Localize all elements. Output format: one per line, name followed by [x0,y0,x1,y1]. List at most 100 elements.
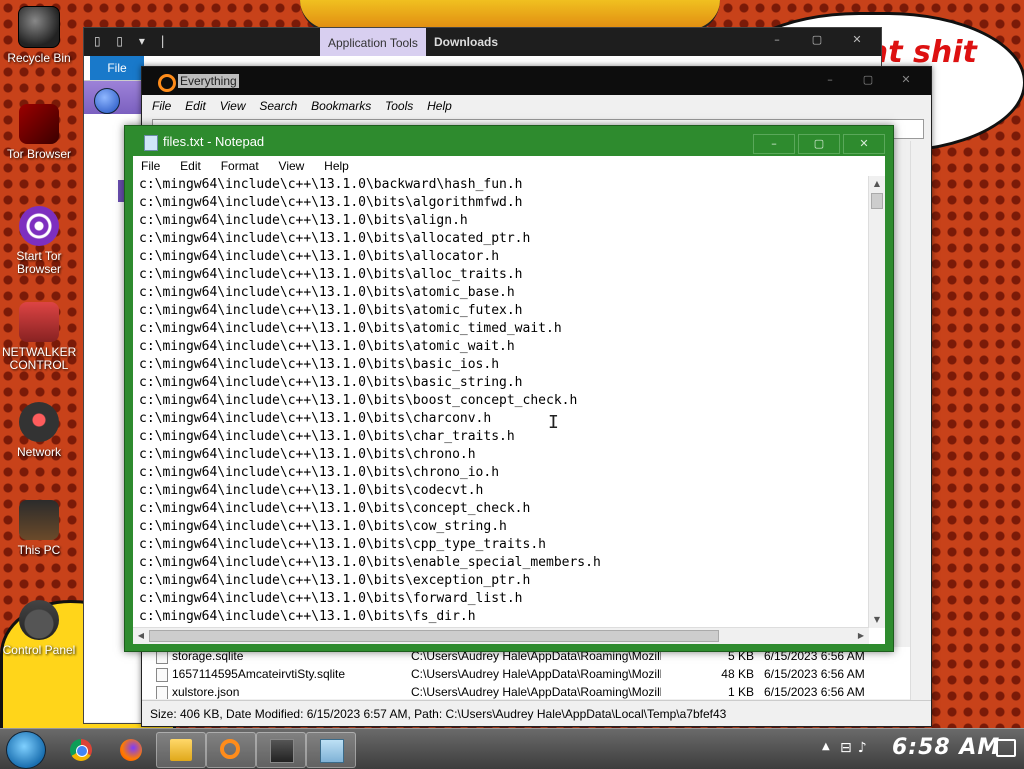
start-button[interactable] [6,731,46,769]
text-line: c:\mingw64\include\c++\13.1.0\bits\atomi… [139,285,515,300]
scroll-down-icon[interactable]: ▼ [871,614,883,626]
taskbar-file-explorer[interactable] [156,732,206,768]
notepad-horizontal-scrollbar[interactable]: ◀ ▶ [133,627,869,644]
menu-view[interactable]: View [220,99,246,113]
taskbar-chrome[interactable] [56,732,106,768]
notepad-icon [144,135,158,151]
notepad-client-area: File Edit Format View Help c:\mingw64\in… [133,156,885,644]
vertical-scroll-thumb[interactable] [871,193,883,209]
taskbar-everything[interactable] [206,732,256,768]
action-center-icon[interactable] [996,739,1016,757]
everything-status-bar: Size: 406 KB, Date Modified: 6/15/2023 6… [142,700,931,726]
everything-titlebar[interactable]: Everything – ▢ ✕ [142,67,931,95]
horizontal-scroll-thumb[interactable] [149,630,719,642]
list-item[interactable]: xulstore.json C:\Users\Audrey Hale\AppDa… [142,683,914,699]
minimize-icon[interactable]: – [753,134,795,154]
show-hidden-icons-icon[interactable]: ▲ [822,741,830,752]
application-tools-tab[interactable]: Application Tools [320,28,426,56]
app-window-icon [270,739,294,763]
explorer-title: Downloads [434,35,499,49]
desktop-icon-network[interactable]: Network [2,402,76,459]
close-icon[interactable]: ✕ [887,73,925,86]
file-icon [156,650,168,664]
text-line: c:\mingw64\include\c++\13.1.0\bits\chron… [139,465,500,480]
menu-help[interactable]: Help [324,159,349,173]
desktop-icon-tor-browser[interactable]: Tor Browser [2,104,76,161]
desktop-icon-netwalker-control[interactable]: NETWALKER CONTROL [2,302,76,372]
back-arrow-icon[interactable] [94,88,120,114]
explorer-window-controls: – ▢ ✕ [757,33,877,46]
taskbar-firefox[interactable] [106,732,156,768]
desktop-icon-control-panel[interactable]: Control Panel [2,600,76,657]
notepad-window-controls: – ▢ ✕ [750,134,885,154]
file-icon [156,686,168,699]
notepad-titlebar[interactable]: files.txt - Notepad – ▢ ✕ [125,126,893,158]
scroll-right-icon[interactable]: ▶ [855,630,867,642]
text-line: c:\mingw64\include\c++\13.1.0\bits\enabl… [139,555,601,570]
text-line: c:\mingw64\include\c++\13.1.0\bits\conce… [139,501,531,516]
menu-help[interactable]: Help [427,99,452,113]
chrome-icon [70,739,92,761]
text-line: c:\mingw64\include\c++\13.1.0\bits\alloc… [139,249,500,264]
minimize-icon[interactable]: – [757,33,797,46]
maximize-icon[interactable]: ▢ [797,33,837,46]
desktop-icon-this-pc[interactable]: This PC [2,500,76,557]
close-icon[interactable]: ✕ [837,33,877,46]
desktop-icon-start-tor-browser[interactable]: Start Tor Browser [2,206,76,276]
text-line: c:\mingw64\include\c++\13.1.0\bits\algor… [139,195,523,210]
desktop-icon-recycle-bin[interactable]: Recycle Bin [2,6,76,65]
menu-edit[interactable]: Edit [180,159,201,173]
notepad-window[interactable]: files.txt - Notepad – ▢ ✕ File Edit Format… [124,125,894,652]
text-line: c:\mingw64\include\c++\13.1.0\bits\cpp_t… [139,537,546,552]
maximize-icon[interactable]: ▢ [798,134,840,154]
everything-window-controls: – ▢ ✕ [811,73,925,86]
scroll-left-icon[interactable]: ◀ [135,630,147,642]
notepad-icon [320,739,344,763]
menu-edit[interactable]: Edit [185,99,206,113]
control-panel-icon [19,600,59,640]
everything-vertical-scrollbar[interactable] [910,141,925,719]
everything-title: Everything [178,74,239,88]
netwalker-icon [19,302,59,342]
taskbar-notepad[interactable] [306,732,356,768]
everything-search-icon [158,74,176,92]
result-date: 6/15/2023 6:56 AM [764,667,865,681]
menu-file[interactable]: File [152,99,171,113]
everything-menubar: File Edit View Search Bookmarks Tools He… [142,95,931,117]
notepad-text-area[interactable]: c:\mingw64\include\c++\13.1.0\backward\h… [133,176,869,628]
text-line: c:\mingw64\include\c++\13.1.0\bits\cow_s… [139,519,507,534]
text-line: c:\mingw64\include\c++\13.1.0\bits\align… [139,213,468,228]
notepad-vertical-scrollbar[interactable]: ▲ ▼ [868,176,885,628]
maximize-icon[interactable]: ▢ [849,73,887,86]
folder-icon [170,739,192,761]
text-line: c:\mingw64\include\c++\13.1.0\bits\forwa… [139,591,523,606]
scroll-up-icon[interactable]: ▲ [871,178,883,190]
menu-view[interactable]: View [279,159,305,173]
text-cursor-icon: I [548,412,559,433]
text-line: c:\mingw64\include\c++\13.1.0\bits\charc… [139,411,492,426]
close-icon[interactable]: ✕ [843,134,885,154]
explorer-titlebar[interactable]: ▯ ▯ ▾ | Application Tools Downloads – ▢ ✕ [84,28,881,56]
menu-format[interactable]: Format [221,159,259,173]
result-path: C:\Users\Audrey Hale\AppData\Roaming\Moz… [411,685,661,699]
menu-tools[interactable]: Tools [385,99,413,113]
network-icon [19,402,59,442]
menu-file[interactable]: File [141,159,160,173]
minimize-icon[interactable]: – [811,73,849,86]
network-tray-icon[interactable]: ⊟ [840,740,858,756]
file-icon [156,668,168,682]
notepad-title: files.txt - Notepad [163,134,265,149]
menu-bookmarks[interactable]: Bookmarks [311,99,371,113]
tray-icons[interactable]: ⊟♪ [840,740,873,756]
list-item[interactable]: 1657114595AmcateirvtiSty.sqlite C:\Users… [142,665,914,683]
taskbar-app[interactable] [256,732,306,768]
desktop-icon-label: Start Tor Browser [16,249,62,276]
text-line: c:\mingw64\include\c++\13.1.0\bits\fs_di… [139,609,476,624]
volume-icon[interactable]: ♪ [858,740,873,756]
menu-search[interactable]: Search [259,99,297,113]
result-name: xulstore.json [172,685,240,699]
explorer-file-tab[interactable]: File [90,56,144,80]
clock[interactable]: 6:58 AM [892,735,1000,760]
text-line: c:\mingw64\include\c++\13.1.0\bits\atomi… [139,303,523,318]
quick-access-toolbar[interactable]: ▯ ▯ ▾ | [94,34,171,48]
